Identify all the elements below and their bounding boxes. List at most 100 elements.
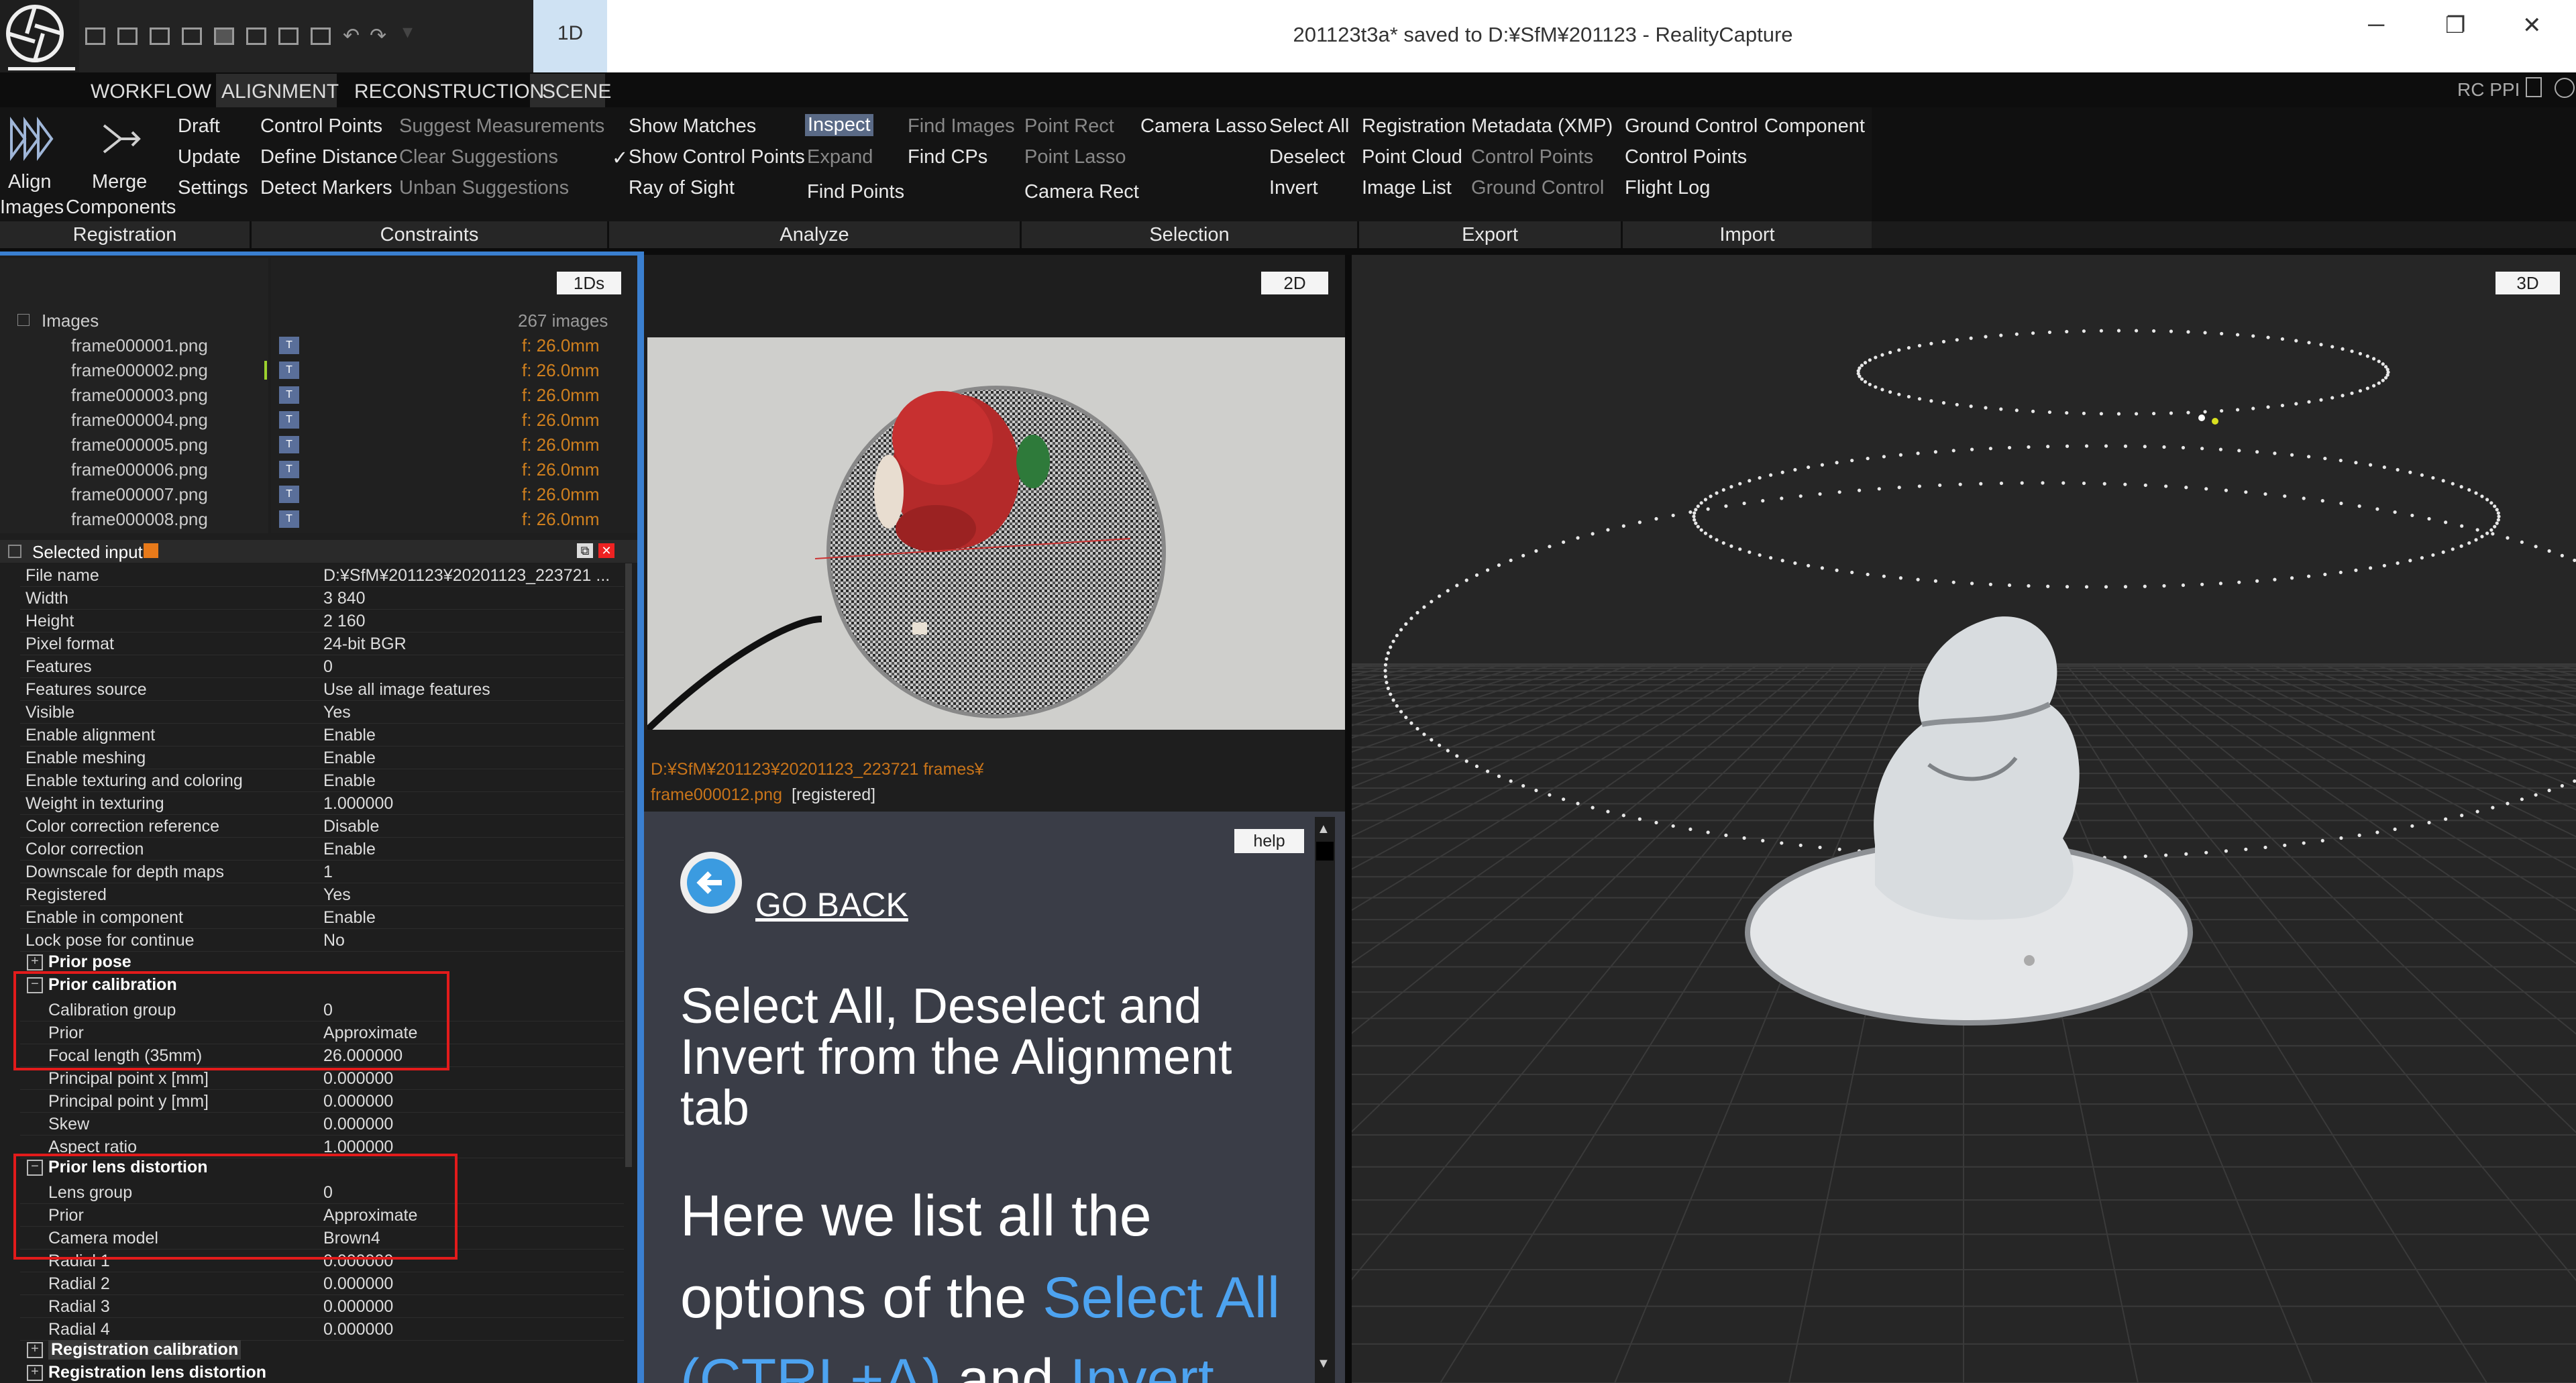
property-value[interactable]: Yes xyxy=(323,885,351,905)
import-component-button[interactable]: Component xyxy=(1764,115,1865,137)
show-matches-button[interactable]: Show Matches xyxy=(629,115,756,137)
property-row[interactable]: Pixel format 24-bit BGR xyxy=(20,632,624,655)
view-2d-button[interactable]: 2D xyxy=(1261,272,1328,294)
layout-indicator[interactable]: 1D xyxy=(533,0,607,72)
undo-icon[interactable]: ↶ xyxy=(343,26,360,46)
clear-suggestions-button[interactable]: Clear Suggestions xyxy=(399,146,558,168)
property-row[interactable]: Radial 3 0.000000 xyxy=(20,1294,624,1318)
settings-button[interactable]: Settings xyxy=(178,177,248,199)
property-row[interactable]: File name D:¥SfM¥201123¥20201123_223721 .… xyxy=(20,563,624,587)
property-value[interactable]: Use all image features xyxy=(323,680,490,700)
images-root-label[interactable]: Images xyxy=(42,311,99,331)
property-value[interactable]: Enable xyxy=(323,749,376,768)
draft-button[interactable]: Draft xyxy=(178,115,220,137)
property-value[interactable]: 2 160 xyxy=(323,612,366,631)
inspector-scrollbar[interactable] xyxy=(625,563,632,1167)
view-3d-button[interactable]: 3D xyxy=(2496,272,2560,294)
export-image-list-button[interactable]: Image List xyxy=(1362,177,1452,199)
merge-components-label-1[interactable]: Merge xyxy=(92,171,147,193)
align-images-label-2[interactable]: Images xyxy=(0,197,64,219)
collapse-inspector-icon[interactable] xyxy=(8,545,21,558)
export-control-points-button[interactable]: Control Points xyxy=(1471,146,1593,168)
help-circle-icon[interactable] xyxy=(2555,78,2575,98)
property-row[interactable]: Enable in component Enable xyxy=(20,905,624,929)
find-points-button[interactable]: Find Points xyxy=(807,181,904,203)
rc-ppi-label[interactable]: RC PPI xyxy=(2457,79,2520,101)
minimize-button[interactable]: ─ xyxy=(2368,12,2384,38)
property-row[interactable]: Features source Use all image features xyxy=(20,677,624,701)
menu-alignment[interactable]: ALIGNMENT xyxy=(221,80,339,103)
merge-components-label-2[interactable]: Components xyxy=(66,197,176,219)
export-metadata-button[interactable]: Metadata (XMP) xyxy=(1471,115,1613,137)
layout-8-icon[interactable] xyxy=(311,27,331,45)
property-value[interactable]: 0.000000 xyxy=(323,1115,393,1134)
image-file-name[interactable]: frame000007.png xyxy=(71,484,208,505)
back-arrow-icon[interactable] xyxy=(680,852,742,914)
property-row[interactable]: Enable alignment Enable xyxy=(20,723,624,746)
float-panel-icon[interactable]: ⧉ xyxy=(577,543,593,558)
suggest-measurements-button[interactable]: Suggest Measurements xyxy=(399,115,604,137)
merge-components-icon[interactable] xyxy=(97,115,144,166)
import-ground-control-button[interactable]: Ground Control xyxy=(1625,115,1758,137)
close-button[interactable]: ✕ xyxy=(2522,12,2542,39)
inspect-button[interactable]: Inspect xyxy=(805,114,873,136)
define-distance-button[interactable]: Define Distance xyxy=(260,146,398,168)
pin-icon[interactable] xyxy=(144,543,158,558)
property-row[interactable]: Color correction reference Disable xyxy=(20,814,624,838)
close-panel-icon[interactable]: ✕ xyxy=(598,543,614,558)
control-points-button[interactable]: Control Points xyxy=(260,115,382,137)
app-logo[interactable] xyxy=(0,0,79,72)
registration-lens-distortion-group[interactable]: Registration lens distortion xyxy=(48,1363,266,1382)
prior-pose-group[interactable]: Prior pose xyxy=(48,952,131,972)
import-control-points-button[interactable]: Control Points xyxy=(1625,146,1747,168)
image-file-name[interactable]: frame000005.png xyxy=(71,435,208,455)
image-file-name[interactable]: frame000001.png xyxy=(71,335,208,356)
help-scrollbar-track[interactable] xyxy=(1315,817,1335,1383)
quick-access-dropdown-icon[interactable]: ▾ xyxy=(402,20,413,44)
property-value[interactable]: Enable xyxy=(323,840,376,859)
unban-suggestions-button[interactable]: Unban Suggestions xyxy=(399,177,569,199)
find-images-button[interactable]: Find Images xyxy=(908,115,1015,137)
image-preview[interactable] xyxy=(647,337,1345,730)
property-row[interactable]: Downscale for depth maps 1 xyxy=(20,860,624,883)
show-control-points-toggle[interactable]: Show Control Points xyxy=(629,146,805,168)
layout-2-icon[interactable] xyxy=(117,27,138,45)
property-value[interactable]: 1 xyxy=(323,863,333,882)
detect-markers-button[interactable]: Detect Markers xyxy=(260,177,392,199)
scroll-up-icon[interactable]: ▲ xyxy=(1317,822,1330,837)
ray-of-sight-button[interactable]: Ray of Sight xyxy=(629,177,735,199)
invert-button[interactable]: Invert xyxy=(1269,177,1318,199)
property-value[interactable]: 1.000000 xyxy=(323,794,393,814)
image-file-name[interactable]: frame000008.png xyxy=(71,509,208,530)
restore-button[interactable]: ❐ xyxy=(2445,12,2465,39)
help-button[interactable]: help xyxy=(1234,829,1304,853)
layout-7-icon[interactable] xyxy=(278,27,299,45)
expand-button[interactable]: Expand xyxy=(807,146,873,168)
align-images-label-1[interactable]: Align xyxy=(8,171,52,193)
property-value[interactable]: 0.000000 xyxy=(323,1092,393,1111)
go-back-link[interactable]: GO BACK xyxy=(755,885,908,924)
find-cps-button[interactable]: Find CPs xyxy=(908,146,987,168)
camera-rect-button[interactable]: Camera Rect xyxy=(1024,181,1139,203)
image-file-name[interactable]: frame000002.png xyxy=(71,360,208,381)
select-all-button[interactable]: Select All xyxy=(1269,115,1349,137)
property-value[interactable]: No xyxy=(323,931,345,950)
layout-1-icon[interactable] xyxy=(85,27,105,45)
expand-reg-calibration-icon[interactable]: + xyxy=(27,1342,43,1358)
property-value[interactable]: D:¥SfM¥201123¥20201123_223721 ... xyxy=(323,566,610,586)
property-value[interactable]: 0.000000 xyxy=(323,1297,393,1317)
property-row[interactable]: Principal point y [mm] 0.000000 xyxy=(20,1089,624,1113)
menu-workflow[interactable]: WORKFLOW xyxy=(91,80,211,103)
invert-link[interactable]: Invert xyxy=(1070,1347,1214,1383)
menu-scene[interactable]: SCENE xyxy=(542,80,611,103)
layout-3-icon[interactable] xyxy=(150,27,170,45)
align-images-icon[interactable] xyxy=(8,115,55,166)
document-icon[interactable] xyxy=(2526,77,2542,97)
expand-prior-pose-icon[interactable]: + xyxy=(27,954,43,971)
camera-lasso-button[interactable]: Camera Lasso xyxy=(1140,115,1267,137)
property-row[interactable]: Width 3 840 xyxy=(20,586,624,610)
collapse-images-icon[interactable] xyxy=(17,314,30,326)
update-button[interactable]: Update xyxy=(178,146,241,168)
property-row[interactable]: Enable meshing Enable xyxy=(20,746,624,769)
image-file-name[interactable]: frame000003.png xyxy=(71,385,208,406)
